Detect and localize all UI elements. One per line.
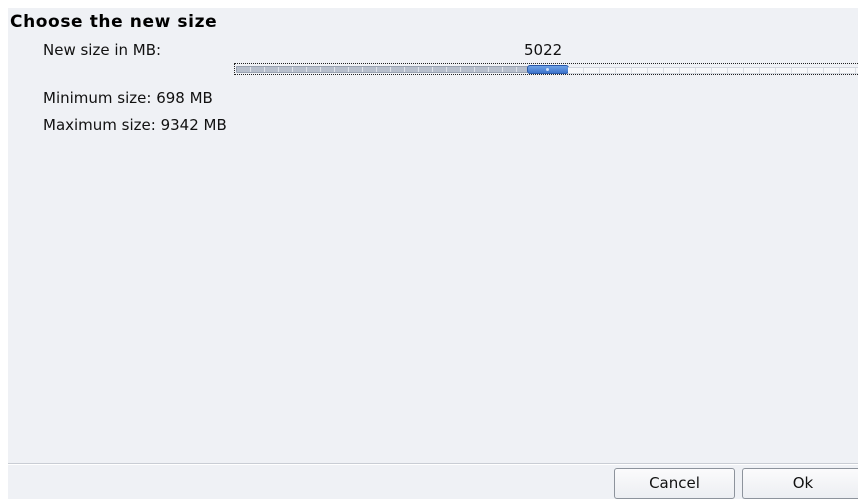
maximum-size-label: Maximum size: 9342 MB xyxy=(43,116,227,134)
button-separator xyxy=(8,463,858,465)
cancel-button[interactable]: Cancel xyxy=(614,468,735,499)
slider-handle[interactable] xyxy=(527,65,569,74)
ok-button[interactable]: Ok xyxy=(742,468,858,499)
minimum-size-label: Minimum size: 698 MB xyxy=(43,89,213,107)
slider-track-empty xyxy=(568,67,858,74)
new-size-label: New size in MB: xyxy=(43,41,162,59)
resize-dialog: Choose the new size New size in MB: 5022… xyxy=(8,8,858,499)
size-slider[interactable] xyxy=(234,63,858,75)
slider-track-filled xyxy=(236,66,528,73)
dialog-title: Choose the new size xyxy=(10,12,218,32)
new-size-value: 5022 xyxy=(524,41,563,59)
